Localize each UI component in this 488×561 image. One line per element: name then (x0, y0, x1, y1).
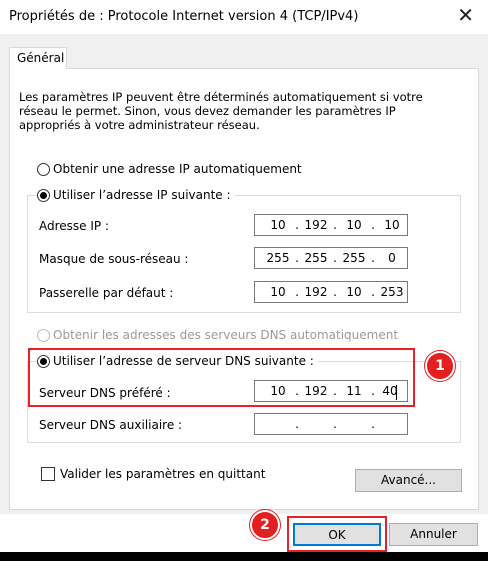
octet-dot: . (295, 218, 299, 232)
octet-dot: . (371, 417, 375, 431)
alternate-dns-field[interactable]: . . . (254, 413, 408, 435)
highlight-ok-box (287, 516, 387, 552)
title-bar: Propriétés de : Protocole Internet versi… (0, 0, 488, 34)
window-title: Propriétés de : Protocole Internet versi… (9, 9, 359, 24)
octet: 0 (388, 251, 396, 265)
highlight-dns-box (28, 348, 415, 407)
octet-dot: . (295, 285, 299, 299)
octet: 10 (346, 285, 362, 299)
advanced-button[interactable]: Avancé... (355, 469, 462, 492)
radio-ip-auto-label: Obtenir une adresse IP automatiquement (53, 162, 302, 176)
octet-dot: . (333, 285, 337, 299)
octet: 253 (380, 285, 404, 299)
default-gateway-label: Passerelle par défaut : (39, 286, 174, 300)
ip-address-field[interactable]: 10 . 192 . 10 . 10 (254, 214, 408, 236)
step-badge-2: 2 (250, 510, 280, 540)
radio-dns-auto-label: Obtenir les adresses des serveurs DNS au… (53, 328, 399, 342)
radio-ip-manual-label: Utiliser l’adresse IP suivante : (53, 188, 231, 202)
octet-dot: . (295, 417, 299, 431)
tab-general[interactable]: Général (9, 47, 67, 69)
validate-on-exit-label: Valider les paramètres en quittant (60, 467, 266, 481)
intro-text: Les paramètres IP peuvent être déterminé… (19, 90, 423, 132)
radio-button-unselected[interactable] (37, 162, 50, 176)
radio-ip-manual[interactable]: Utiliser l’adresse IP suivante : (37, 188, 235, 202)
radio-button-disabled[interactable] (37, 328, 50, 342)
octet-dot: . (333, 417, 337, 431)
octet-dot: . (333, 218, 337, 232)
radio-dns-auto[interactable]: Obtenir les adresses des serveurs DNS au… (37, 328, 398, 342)
octet: 255 (304, 251, 328, 265)
ip-address-label: Adresse IP : (39, 219, 110, 233)
octet: 10 (384, 218, 400, 232)
octet: 255 (266, 251, 290, 265)
close-icon[interactable]: ✕ (457, 5, 474, 25)
subnet-mask-field[interactable]: 255 . 255 . 255 . 0 (254, 247, 408, 269)
radio-ip-auto[interactable]: Obtenir une adresse IP automatiquement (37, 162, 302, 176)
octet-dot: . (371, 218, 375, 232)
tcp-ipv4-properties-dialog: Propriétés de : Protocole Internet versi… (0, 0, 488, 552)
octet-dot: . (371, 251, 375, 265)
octet-dot: . (371, 285, 375, 299)
octet: 10 (270, 285, 286, 299)
default-gateway-field[interactable]: 10 . 192 . 10 . 253 (254, 281, 408, 303)
octet: 192 (304, 285, 328, 299)
octet: 192 (304, 218, 328, 232)
octet: 10 (270, 218, 286, 232)
cancel-button[interactable]: Annuler (389, 523, 478, 546)
radio-button-selected[interactable] (37, 188, 50, 202)
subnet-mask-label: Masque de sous-réseau : (39, 252, 189, 266)
octet: 10 (346, 218, 362, 232)
step-badge-1: 1 (425, 351, 455, 381)
octet: 255 (342, 251, 366, 265)
octet-dot: . (295, 251, 299, 265)
checkbox-unchecked[interactable] (41, 467, 55, 481)
validate-on-exit-checkbox[interactable]: Valider les paramètres en quittant (41, 467, 265, 481)
octet-dot: . (333, 251, 337, 265)
alternate-dns-label: Serveur DNS auxiliaire : (39, 418, 183, 432)
